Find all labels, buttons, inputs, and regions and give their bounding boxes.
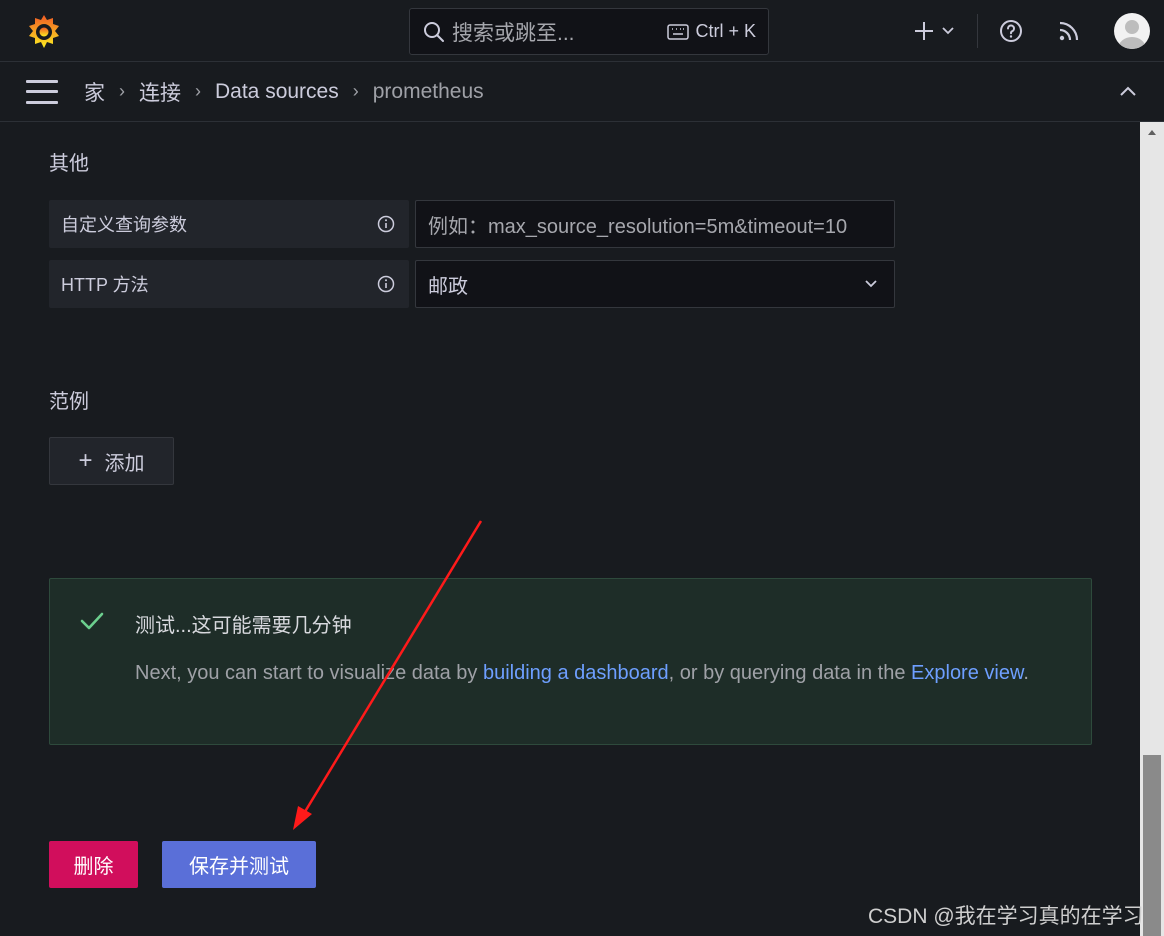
custom-query-input[interactable]: 例如：max_source_resolution=5m&timeout=10 — [415, 200, 895, 248]
top-bar: 搜索或跳至... Ctrl + K — [0, 0, 1164, 62]
top-actions — [913, 0, 1164, 62]
delete-button[interactable]: 删除 — [49, 841, 138, 888]
test-status-alert: 测试...这可能需要几分钟 Next, you can start to vis… — [49, 578, 1092, 745]
breadcrumb-home[interactable]: 家 — [84, 77, 105, 107]
divider — [977, 14, 978, 48]
chevron-right-icon: › — [195, 81, 201, 101]
http-method-value: 邮政 — [428, 275, 468, 298]
plus-icon — [915, 22, 933, 40]
check-icon — [80, 612, 104, 630]
breadcrumb: 家 › 连接 › Data sources › prometheus — [84, 77, 484, 107]
building-dashboard-link[interactable]: building a dashboard — [483, 662, 669, 684]
alert-body: Next, you can start to visualize data by… — [135, 657, 1055, 690]
explore-view-link[interactable]: Explore view — [911, 662, 1023, 684]
alert-body-prefix: Next, you can start to visualize data by — [135, 662, 483, 684]
search-bar[interactable]: 搜索或跳至... Ctrl + K — [409, 8, 769, 55]
save-and-test-button[interactable]: 保存并测试 — [162, 841, 316, 888]
vertical-scrollbar[interactable] — [1140, 122, 1164, 936]
new-menu-button[interactable] — [913, 20, 955, 42]
info-icon[interactable] — [377, 215, 395, 233]
breadcrumb-bar: 家 › 连接 › Data sources › prometheus — [0, 62, 1164, 122]
http-method-select[interactable]: 邮政 — [415, 260, 895, 308]
menu-toggle-icon[interactable] — [26, 79, 58, 104]
alert-body-suffix: . — [1023, 662, 1029, 684]
section-title-examples: 范例 — [49, 391, 89, 413]
news-button[interactable] — [1056, 18, 1082, 44]
shortcut-label: Ctrl + K — [695, 21, 756, 41]
plus-icon: + — [78, 447, 93, 474]
chevron-up-icon[interactable] — [1118, 82, 1138, 102]
add-example-label: 添加 — [104, 452, 145, 475]
breadcrumb-data-sources[interactable]: Data sources — [215, 80, 339, 104]
chevron-down-icon — [865, 280, 877, 288]
custom-query-label-text: 自定义查询参数 — [61, 215, 187, 235]
scroll-up-arrow-icon[interactable] — [1140, 122, 1164, 142]
search-shortcut: Ctrl + K — [667, 21, 756, 42]
breadcrumb-connections[interactable]: 连接 — [139, 77, 181, 107]
info-icon[interactable] — [377, 275, 395, 293]
http-method-label-text: HTTP 方法 — [61, 275, 149, 295]
scrollbar-thumb[interactable] — [1143, 755, 1161, 936]
help-button[interactable] — [998, 18, 1024, 44]
user-avatar[interactable] — [1114, 13, 1150, 49]
user-icon — [1118, 20, 1146, 49]
custom-query-label: 自定义查询参数 — [49, 200, 409, 248]
chevron-right-icon: › — [119, 81, 125, 101]
keyboard-icon — [667, 23, 690, 40]
chevron-down-icon — [942, 27, 954, 35]
alert-title: 测试...这可能需要几分钟 — [135, 615, 352, 637]
rss-icon — [1059, 21, 1079, 41]
help-icon — [1000, 20, 1022, 42]
alert-body-middle: , or by querying data in the — [668, 662, 912, 684]
http-method-label: HTTP 方法 — [49, 260, 409, 308]
grafana-logo-icon[interactable] — [24, 12, 64, 52]
breadcrumb-current: prometheus — [372, 79, 484, 103]
chevron-right-icon: › — [352, 81, 359, 101]
search-icon — [424, 21, 444, 42]
watermark: CSDN @我在学习真的在学习 — [868, 905, 1144, 928]
add-example-button[interactable]: + 添加 — [49, 437, 174, 485]
search-placeholder: 搜索或跳至... — [452, 21, 575, 45]
section-title-misc: 其他 — [49, 153, 89, 175]
main-content: 其他 自定义查询参数 例如：max_source_resolution=5m&t… — [0, 122, 1140, 936]
